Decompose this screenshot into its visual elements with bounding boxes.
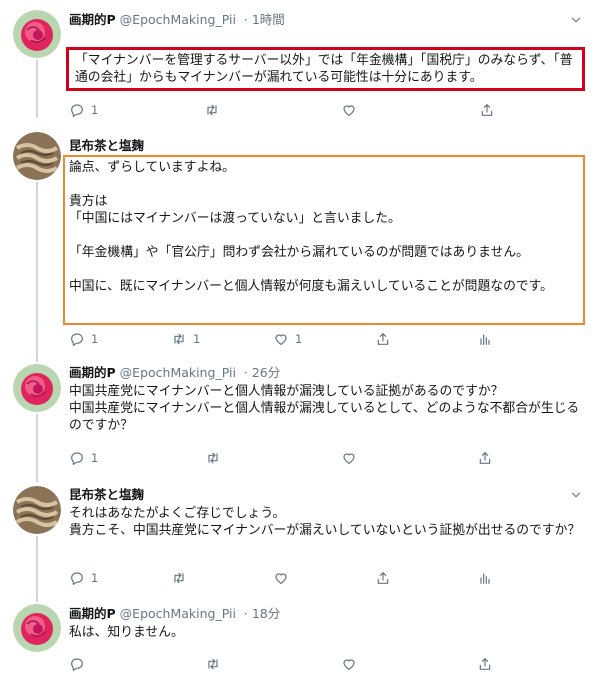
- thread-line: [36, 536, 38, 602]
- tweet-actions: [69, 654, 574, 674]
- thread-line: [36, 182, 38, 362]
- share-icon: [477, 656, 493, 672]
- like-button[interactable]: [341, 448, 357, 468]
- avatar[interactable]: [13, 364, 61, 412]
- retweet-count: 1: [193, 332, 201, 346]
- user-handle[interactable]: @EpochMaking_Pii: [120, 606, 236, 621]
- like-icon: [273, 570, 289, 586]
- retweet-icon: [204, 102, 220, 118]
- rose-avatar-icon: [13, 10, 61, 58]
- avatar[interactable]: [13, 486, 61, 534]
- reply-icon: [69, 656, 85, 672]
- tweet-actions: 1 1 1: [69, 329, 574, 349]
- like-count: 1: [295, 332, 303, 346]
- share-icon: [477, 450, 493, 466]
- reply-icon: [69, 102, 85, 118]
- tweet-text: 「マイナンバーを管理するサーバー以外」では「年金機構」「国税庁」のみならず、「普…: [66, 47, 585, 91]
- kelp-avatar-icon: [13, 132, 61, 180]
- retweet-button[interactable]: [171, 568, 187, 588]
- reply-count: 1: [91, 103, 99, 117]
- retweet-button[interactable]: 1: [171, 329, 200, 349]
- share-button[interactable]: [375, 329, 391, 349]
- display-name[interactable]: 昆布茶と塩麹: [69, 487, 144, 502]
- share-icon: [375, 570, 391, 586]
- display-name[interactable]: 画期的P: [69, 606, 116, 621]
- retweet-button[interactable]: [205, 654, 221, 674]
- like-button[interactable]: [341, 654, 357, 674]
- reply-icon: [69, 331, 85, 347]
- timestamp[interactable]: · 26分: [244, 365, 280, 380]
- share-button[interactable]: [479, 100, 495, 120]
- reply-count: 1: [91, 451, 99, 465]
- analytics-icon: [477, 570, 493, 586]
- like-icon: [341, 450, 357, 466]
- retweet-button[interactable]: [204, 100, 220, 120]
- like-icon: [341, 102, 357, 118]
- avatar[interactable]: [13, 132, 61, 180]
- retweet-icon: [205, 450, 221, 466]
- retweet-button[interactable]: [205, 448, 221, 468]
- display-name[interactable]: 画期的P: [69, 365, 116, 380]
- retweet-icon: [171, 570, 187, 586]
- analytics-button[interactable]: [477, 568, 493, 588]
- display-name[interactable]: 昆布茶と塩麹: [69, 138, 144, 153]
- reply-count: 1: [91, 332, 99, 346]
- tweet-text: それはあなたがよくご存じでしょう。 貴方こそ、中国共産党にマイナンバーが漏えいし…: [69, 506, 581, 538]
- avatar[interactable]: [13, 10, 61, 58]
- tweet-actions: 1: [69, 448, 574, 468]
- retweet-icon: [205, 656, 221, 672]
- like-button[interactable]: [341, 100, 357, 120]
- reply-button[interactable]: 1: [69, 329, 98, 349]
- caret-down-icon[interactable]: [569, 13, 583, 27]
- tweet-actions: 1: [69, 568, 574, 588]
- reply-button[interactable]: [69, 654, 85, 674]
- timestamp[interactable]: · 1時間: [244, 12, 285, 27]
- share-icon: [479, 102, 495, 118]
- rose-avatar-icon: [13, 364, 61, 412]
- share-button[interactable]: [477, 448, 493, 468]
- share-button[interactable]: [375, 568, 391, 588]
- reply-button[interactable]: 1: [69, 100, 98, 120]
- share-icon: [375, 331, 391, 347]
- analytics-button[interactable]: [477, 329, 493, 349]
- rose-avatar-icon: [13, 604, 61, 652]
- user-handle[interactable]: @EpochMaking_Pii: [120, 12, 236, 27]
- reply-button[interactable]: 1: [69, 448, 98, 468]
- like-icon: [273, 331, 289, 347]
- tweet-text: 論点、ずらしていますよね。 貴方は 「中国にはマイナンバーは渡っていない」と言い…: [63, 155, 585, 325]
- reply-icon: [69, 570, 85, 586]
- like-button[interactable]: [273, 568, 289, 588]
- analytics-icon: [477, 331, 493, 347]
- thread-line: [36, 60, 38, 118]
- like-button[interactable]: 1: [273, 329, 302, 349]
- display-name[interactable]: 画期的P: [69, 12, 116, 27]
- kelp-avatar-icon: [13, 486, 61, 534]
- tweet-actions: 1: [69, 100, 574, 120]
- user-handle[interactable]: @EpochMaking_Pii: [120, 365, 236, 380]
- reply-icon: [69, 450, 85, 466]
- reply-count: 1: [91, 571, 99, 585]
- retweet-icon: [171, 331, 187, 347]
- thread-line: [36, 414, 38, 482]
- caret-down-icon[interactable]: [569, 488, 583, 502]
- reply-button[interactable]: 1: [69, 568, 98, 588]
- tweet-text: 私は、知りません。: [69, 625, 184, 640]
- avatar[interactable]: [13, 604, 61, 652]
- tweet-text: 中国共産党にマイナンバーと個人情報が漏洩している証拠があるのですか？ 中国共産党…: [69, 384, 580, 433]
- share-button[interactable]: [477, 654, 493, 674]
- like-icon: [341, 656, 357, 672]
- timestamp[interactable]: · 18分: [244, 606, 280, 621]
